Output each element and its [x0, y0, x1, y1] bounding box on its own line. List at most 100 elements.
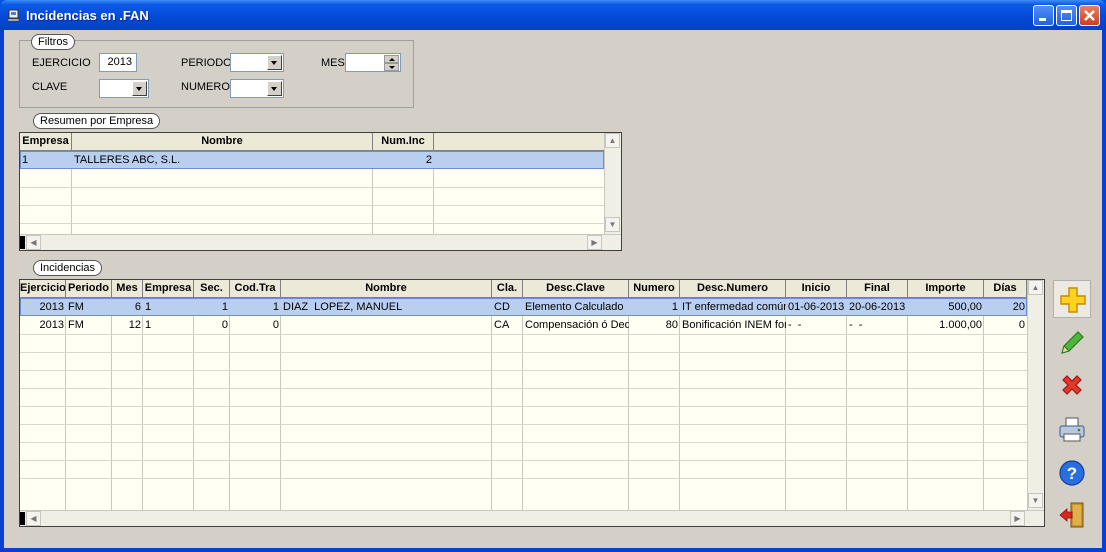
- col-numero[interactable]: Numero: [629, 280, 680, 298]
- cell-empresa: 1: [145, 301, 152, 313]
- col-cla[interactable]: Cla.: [492, 280, 523, 298]
- scroll-left-icon[interactable]: ◀: [26, 235, 41, 250]
- filters-legend: Filtros: [31, 34, 75, 50]
- incidencias-hscrollbar[interactable]: ◀ ▶: [20, 510, 1044, 526]
- summary-col-nombre[interactable]: Nombre: [72, 133, 373, 151]
- client-area: Filtros EJERCICIO 2013 PERIODO MES CLAVE…: [4, 30, 1102, 548]
- summary-col-num-inc[interactable]: Num.Inc: [373, 133, 434, 151]
- scroll-up-icon[interactable]: ▲: [605, 133, 620, 148]
- col-mes[interactable]: Mes: [112, 280, 143, 298]
- periodo-dropdown-icon[interactable]: [267, 55, 282, 70]
- help-icon: ?: [1059, 460, 1085, 486]
- cell-ejercicio: 2013: [39, 319, 64, 331]
- scroll-up-icon[interactable]: ▲: [1028, 280, 1043, 295]
- help-button[interactable]: ?: [1053, 454, 1091, 492]
- cell-final: - -: [849, 319, 863, 331]
- app-icon: [7, 9, 20, 22]
- scroll-down-icon[interactable]: ▼: [1028, 493, 1043, 508]
- cell-cod-tra: 0: [272, 319, 279, 331]
- mes-spin-up-icon[interactable]: [384, 55, 399, 63]
- scroll-left-icon[interactable]: ◀: [26, 511, 41, 526]
- mes-spinner[interactable]: [345, 53, 401, 72]
- clave-label: CLAVE: [32, 81, 68, 93]
- numero-combo[interactable]: [230, 79, 284, 98]
- minimize-icon: [1039, 18, 1046, 21]
- cell-numero: 80: [665, 319, 678, 331]
- add-icon: [1060, 287, 1086, 313]
- summary-vscrollbar[interactable]: ▲ ▼: [604, 133, 621, 234]
- periodo-combo[interactable]: [230, 53, 284, 72]
- col-desc-numero[interactable]: Desc.Numero: [680, 280, 786, 298]
- col-ejercicio[interactable]: Ejercicio: [20, 280, 66, 298]
- summary-cell-nombre: TALLERES ABC, S.L.: [74, 154, 181, 166]
- cell-desc-numero: Bonificación INEM form: [682, 319, 786, 331]
- summary-header: Empresa Nombre Num.Inc: [20, 133, 604, 151]
- cell-mes: 6: [134, 301, 141, 313]
- scroll-down-icon[interactable]: ▼: [605, 217, 620, 232]
- numero-label: NUMERO: [181, 81, 230, 93]
- exit-button[interactable]: [1053, 496, 1091, 534]
- col-periodo[interactable]: Periodo: [66, 280, 112, 298]
- scroll-right-icon[interactable]: ▶: [587, 235, 602, 250]
- summary-cell-empresa: 1: [22, 154, 29, 166]
- col-desc-clave[interactable]: Desc.Clave: [523, 280, 629, 298]
- numero-dropdown-icon[interactable]: [267, 81, 282, 96]
- cell-periodo: FM: [68, 301, 84, 313]
- incidencias-vscrollbar[interactable]: ▲ ▼: [1027, 280, 1044, 510]
- clave-dropdown-icon[interactable]: [132, 81, 147, 96]
- exit-door-icon: [1059, 502, 1084, 528]
- summary-cell-num-inc: 2: [425, 154, 432, 166]
- incidencias-grid[interactable]: Ejercicio Periodo Mes Empresa Sec. Cod.T…: [19, 279, 1045, 527]
- printer-icon: [1059, 417, 1085, 442]
- incidencias-header: Ejercicio Periodo Mes Empresa Sec. Cod.T…: [20, 280, 1027, 298]
- col-nombre[interactable]: Nombre: [281, 280, 492, 298]
- ejercicio-label: EJERCICIO: [32, 57, 91, 69]
- incidencias-legend: Incidencias: [33, 260, 103, 276]
- minimize-button[interactable]: [1033, 5, 1054, 26]
- mes-spin-down-icon[interactable]: [384, 63, 399, 71]
- cell-importe: 1.000,00: [939, 319, 982, 331]
- edit-button[interactable]: [1053, 324, 1091, 362]
- ejercicio-value: 2013: [107, 56, 132, 68]
- col-cod-tra[interactable]: Cod.Tra: [230, 280, 281, 298]
- cell-desc-clave: Elemento Calculado: [525, 301, 624, 313]
- col-importe[interactable]: Importe: [908, 280, 984, 298]
- ejercicio-field[interactable]: 2013: [99, 53, 137, 72]
- scroll-right-icon[interactable]: ▶: [1010, 511, 1025, 526]
- col-empresa[interactable]: Empresa: [143, 280, 194, 298]
- cell-numero: 1: [671, 301, 678, 313]
- summary-grid[interactable]: Empresa Nombre Num.Inc 1 TALLERES ABC, S…: [19, 132, 622, 251]
- col-dias[interactable]: Días: [984, 280, 1027, 298]
- summary-col-empresa[interactable]: Empresa: [20, 133, 72, 151]
- mes-label: MES: [321, 57, 345, 69]
- cell-inicio: 01-06-2013: [788, 301, 845, 313]
- cell-mes: 12: [128, 319, 141, 331]
- cell-cod-tra: 1: [272, 301, 279, 313]
- close-button[interactable]: [1079, 5, 1100, 26]
- maximize-button[interactable]: [1056, 5, 1077, 26]
- svg-text:?: ?: [1067, 464, 1077, 483]
- cell-sec: 0: [221, 319, 228, 331]
- cell-dias: 20: [1012, 301, 1025, 313]
- app-window: Incidencias en .FAN Filtros EJERCICIO 20…: [0, 0, 1106, 552]
- cell-desc-numero: IT enfermedad común: [682, 301, 786, 313]
- cell-nombre: DIAZ LOPEZ, MANUEL: [283, 301, 403, 313]
- edit-pencil-icon: [1061, 331, 1084, 354]
- close-icon: [1084, 10, 1095, 21]
- col-inicio[interactable]: Inicio: [786, 280, 847, 298]
- summary-legend: Resumen por Empresa: [33, 113, 161, 129]
- summary-hscrollbar[interactable]: ◀ ▶: [20, 234, 621, 250]
- cell-dias: 0: [1018, 319, 1025, 331]
- col-final[interactable]: Final: [847, 280, 908, 298]
- add-button[interactable]: [1053, 280, 1091, 318]
- cell-final: 20-06-2013: [849, 301, 906, 313]
- print-button[interactable]: [1053, 411, 1091, 449]
- cell-desc-clave: Compensación ó Dedu: [525, 319, 629, 331]
- title-bar[interactable]: Incidencias en .FAN: [0, 0, 1106, 30]
- clave-combo[interactable]: [99, 79, 149, 98]
- window-title: Incidencias en .FAN: [26, 8, 149, 23]
- delete-button[interactable]: [1053, 367, 1091, 405]
- cell-periodo: FM: [68, 319, 84, 331]
- filters-group: [19, 40, 414, 108]
- col-sec[interactable]: Sec.: [194, 280, 230, 298]
